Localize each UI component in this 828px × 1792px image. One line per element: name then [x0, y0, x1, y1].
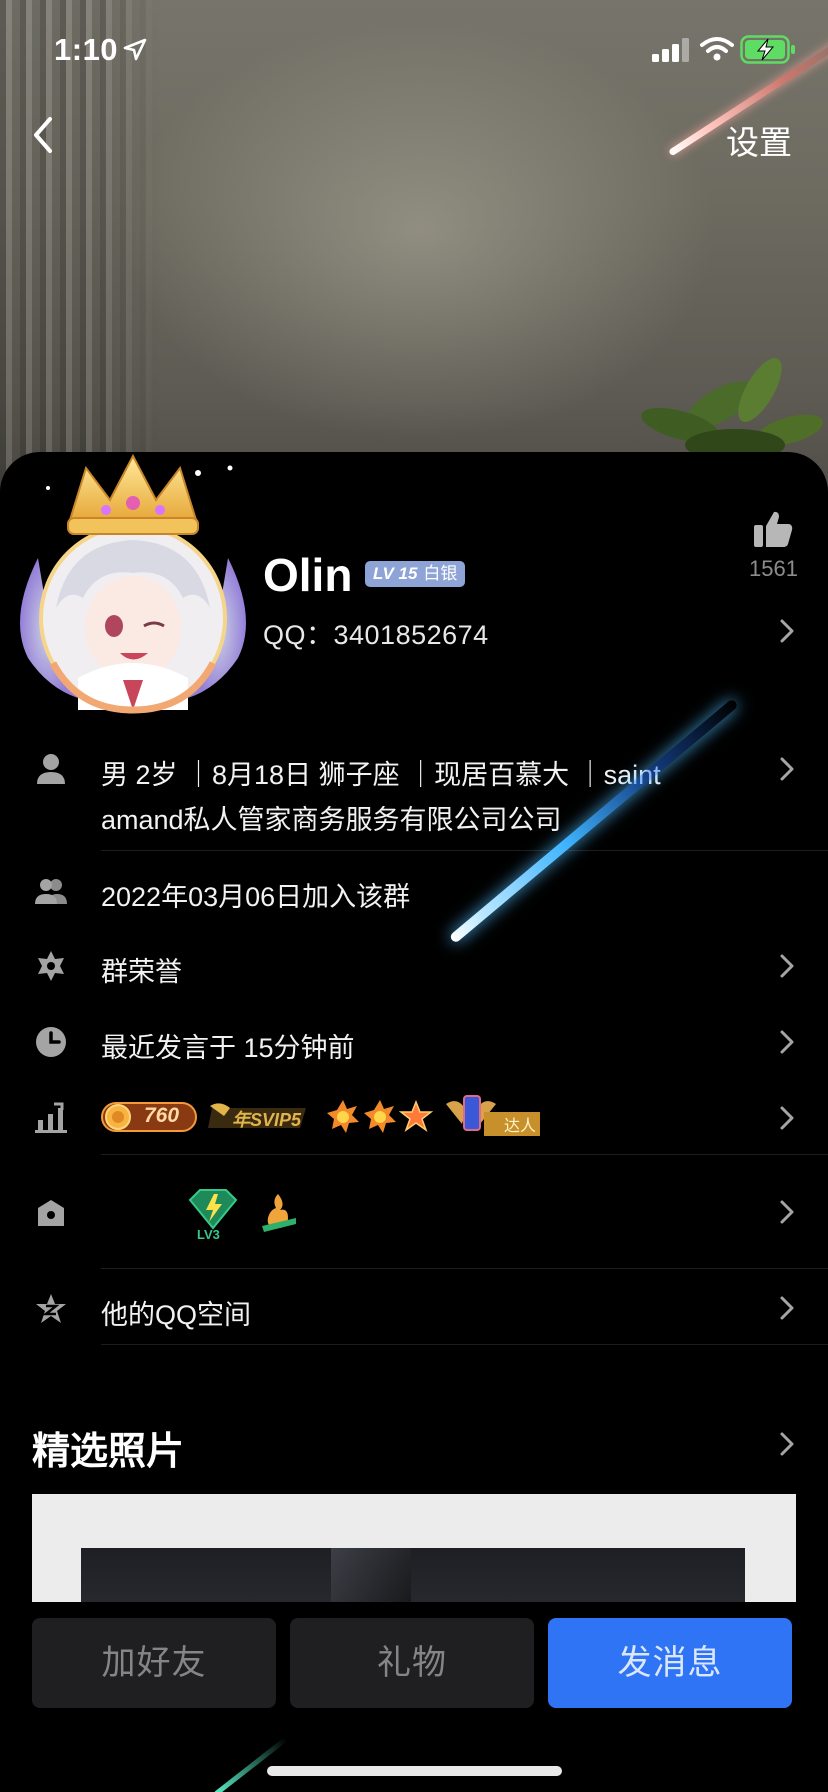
nickname: Olin: [263, 549, 353, 601]
status-bar: 1:10: [0, 0, 828, 96]
back-arrow-icon[interactable]: [28, 114, 58, 156]
level-tier: 白银: [423, 564, 458, 583]
lv3-badge[interactable]: LV3: [197, 1227, 220, 1242]
add-friend-button[interactable]: 加好友: [32, 1618, 276, 1708]
divider: [101, 1344, 828, 1345]
chevron-right-icon[interactable]: [778, 1294, 796, 1322]
chevron-right-icon[interactable]: [778, 1198, 796, 1226]
divider: [101, 1268, 828, 1269]
status-time: 1:10: [54, 32, 119, 67]
chevron-right-icon[interactable]: [778, 617, 796, 645]
last-speak-time[interactable]: 最近发言于 15分钟前: [101, 1026, 355, 1065]
qzone-star-icon: [36, 1294, 66, 1323]
clock-icon: [36, 1027, 66, 1057]
divider: [101, 1154, 828, 1155]
photo-content: [81, 1548, 745, 1604]
featured-photo[interactable]: [32, 1494, 796, 1604]
daren-badge[interactable]: 达人: [504, 1112, 536, 1136]
chevron-right-icon[interactable]: [778, 1430, 796, 1458]
chevron-right-icon[interactable]: [778, 1104, 796, 1132]
location-arrow-icon: [123, 38, 147, 61]
level-number: LV 15: [373, 564, 418, 583]
level-badge[interactable]: LV 15 白银: [365, 561, 466, 587]
avatar[interactable]: [8, 448, 258, 718]
svip-badge[interactable]: 年SVIP5: [232, 1106, 301, 1132]
group-honor[interactable]: 群荣誉: [101, 950, 182, 989]
basic-info-line-1[interactable]: 男 2岁 ｜8月18日 狮子座 ｜现居百慕大 ｜saint: [101, 753, 661, 792]
crown-box-icon: [38, 1200, 64, 1226]
home-indicator[interactable]: [267, 1766, 562, 1776]
coin-count: 760: [144, 1104, 180, 1127]
battery-charging-icon: [740, 35, 795, 64]
activity-star-icon[interactable]: [326, 1098, 434, 1136]
rank-chart-icon: [35, 1102, 67, 1133]
chevron-right-icon[interactable]: [778, 1028, 796, 1056]
star-badge-icon: [38, 951, 64, 981]
join-date: 2022年03月06日加入该群: [101, 882, 411, 912]
settings-button[interactable]: 设置: [726, 116, 792, 164]
chevron-right-icon[interactable]: [778, 952, 796, 980]
thumbs-up-icon[interactable]: [752, 508, 794, 550]
chevron-right-icon[interactable]: [778, 755, 796, 783]
wifi-icon: [700, 37, 734, 61]
send-message-button[interactable]: 发消息: [548, 1618, 792, 1708]
section-title-featured-photos: 精选照片: [32, 1431, 185, 1473]
group-members-icon: [35, 879, 67, 904]
like-count: 1561: [749, 556, 798, 581]
basic-info-line-2[interactable]: amand私人管家商务服务有限公司公司: [101, 798, 562, 837]
flame-icon[interactable]: [256, 1190, 302, 1236]
qq-number[interactable]: QQ：3401852674: [263, 613, 489, 652]
qzone-link[interactable]: 他的QQ空间: [101, 1293, 251, 1332]
divider: [101, 850, 828, 851]
person-icon: [37, 754, 65, 784]
cellular-signal-icon: [652, 38, 689, 62]
gift-button[interactable]: 礼物: [290, 1618, 534, 1708]
